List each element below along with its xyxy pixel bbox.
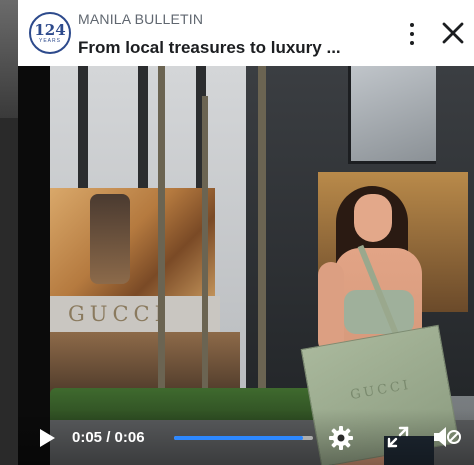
video-controls: 0:05 / 0:06 (18, 409, 474, 465)
close-icon (442, 22, 464, 44)
video-title[interactable]: From local treasures to luxury ... (78, 38, 341, 58)
more-vertical-icon (410, 23, 414, 27)
more-options-button[interactable] (402, 22, 422, 48)
gear-icon (329, 426, 353, 450)
publisher-logo[interactable]: 124 YEARS (29, 12, 71, 54)
scene-tree-trunk (202, 96, 208, 396)
scene-person-arm (318, 262, 344, 354)
settings-button[interactable] (328, 425, 354, 451)
scene-window-figure (90, 194, 130, 284)
video-player: GUCCI GUCCI 124 YEARS MANILA BULLETIN Fr… (18, 0, 474, 465)
logo-number: 124 (34, 20, 66, 39)
scene-tree-trunk (258, 66, 266, 406)
mute-button[interactable] (432, 425, 462, 449)
fullscreen-button[interactable] (386, 425, 410, 449)
publisher-name[interactable]: MANILA BULLETIN (78, 11, 203, 27)
background-thumbnail (0, 0, 20, 118)
video-letterbox (18, 66, 50, 465)
expand-icon (387, 426, 409, 448)
progress-bar[interactable] (174, 436, 313, 440)
play-button[interactable] (38, 428, 56, 448)
scene-display-window (50, 188, 215, 298)
scene-storefront-lower (50, 332, 240, 396)
scene-tree-trunk (158, 66, 165, 406)
scene-billboard (348, 66, 436, 164)
scene-person-face (354, 194, 392, 242)
bag-text: GUCCI (349, 377, 413, 404)
more-vertical-icon (410, 32, 414, 36)
video-header: 124 YEARS MANILA BULLETIN From local tre… (18, 0, 474, 66)
time-display: 0:05 / 0:06 (72, 429, 145, 446)
progress-fill (174, 436, 304, 440)
logo-subtext: YEARS (39, 37, 61, 44)
close-button[interactable] (440, 20, 466, 46)
storefront-sign: GUCCI (68, 302, 168, 326)
more-vertical-icon (410, 41, 414, 45)
play-icon (40, 429, 55, 447)
volume-muted-icon (434, 427, 461, 447)
video-frame[interactable]: GUCCI GUCCI (18, 66, 474, 465)
